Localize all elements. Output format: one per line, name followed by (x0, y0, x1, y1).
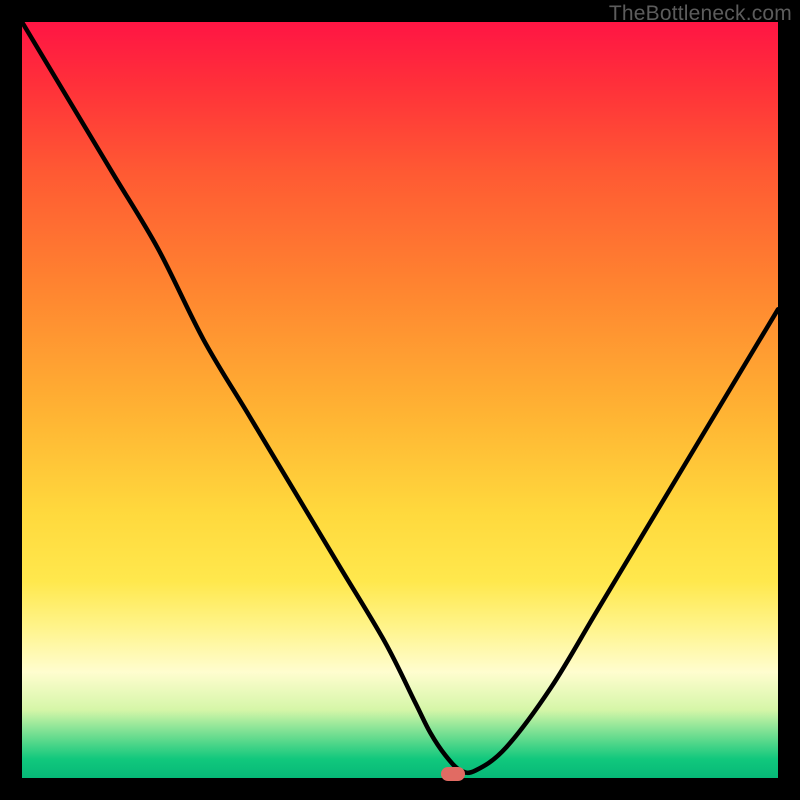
bottleneck-marker (441, 767, 465, 781)
chart-frame: TheBottleneck.com (0, 0, 800, 800)
watermark-text: TheBottleneck.com (609, 2, 792, 26)
bottleneck-curve (22, 22, 778, 778)
plot-area (22, 22, 778, 778)
